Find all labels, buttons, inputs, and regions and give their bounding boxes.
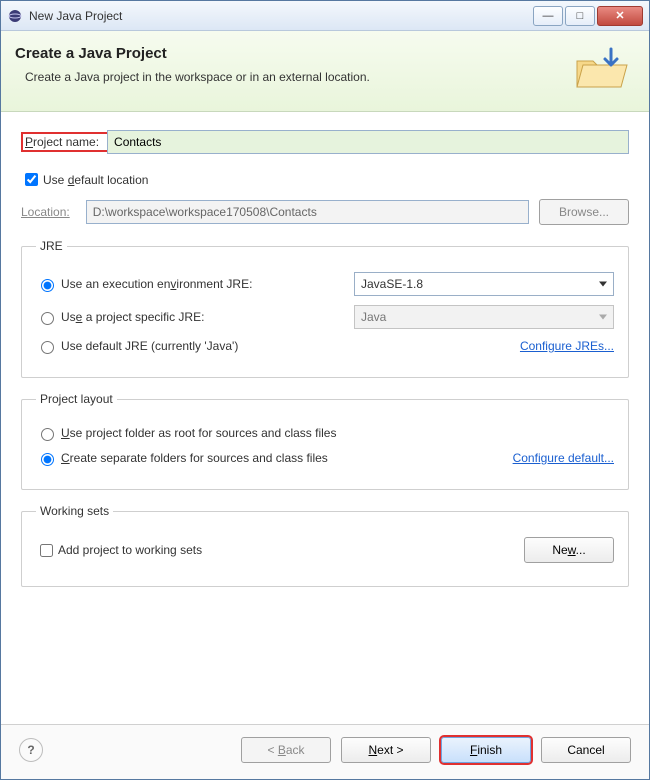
layout-single-folder-label: Use project folder as root for sources a…	[61, 426, 336, 440]
jre-default-radio[interactable]	[41, 341, 54, 354]
use-default-location-checkbox[interactable]	[25, 173, 38, 186]
add-to-working-sets-label: Add project to working sets	[58, 543, 202, 557]
dialog-window: New Java Project — □ ✕ Create a Java Pro…	[0, 0, 650, 780]
layout-single-folder-radio[interactable]	[41, 428, 54, 441]
next-button[interactable]: Next >	[341, 737, 431, 763]
configure-jres-link[interactable]: Configure JREs...	[520, 339, 614, 353]
project-name-row: Project name:	[21, 130, 629, 154]
page-title: Create a Java Project	[15, 45, 573, 62]
browse-button: Browse...	[539, 199, 629, 225]
jre-project-specific-label: Use a project specific JRE:	[61, 310, 204, 324]
configure-default-link[interactable]: Configure default...	[513, 451, 614, 465]
eclipse-icon	[7, 8, 23, 24]
header-banner: Create a Java Project Create a Java proj…	[1, 31, 649, 112]
minimize-button[interactable]: —	[533, 6, 563, 26]
back-button: < Back	[241, 737, 331, 763]
project-layout-legend: Project layout	[36, 392, 117, 406]
project-name-label: Project name:	[25, 135, 99, 149]
location-row: Location: Browse...	[21, 199, 629, 225]
finish-button[interactable]: Finish	[441, 737, 531, 763]
cancel-button[interactable]: Cancel	[541, 737, 631, 763]
use-default-location-label: Use default location	[43, 173, 148, 187]
jre-default-label: Use default JRE (currently 'Java')	[61, 339, 238, 353]
chevron-down-icon	[599, 315, 607, 320]
jre-legend: JRE	[36, 239, 67, 253]
jre-exec-env-radio[interactable]	[41, 279, 54, 292]
maximize-button[interactable]: □	[565, 6, 595, 26]
use-default-row: Use default location	[21, 170, 629, 189]
location-input	[86, 200, 529, 224]
jre-exec-env-select[interactable]: JavaSE-1.8	[354, 272, 614, 296]
add-to-working-sets-checkbox[interactable]	[40, 544, 53, 557]
jre-exec-env-label: Use an execution environment JRE:	[61, 277, 252, 291]
folder-wizard-icon	[573, 45, 629, 93]
layout-separate-folders-radio[interactable]	[41, 453, 54, 466]
jre-group: JRE Use an execution environment JRE: Ja…	[21, 239, 629, 378]
window-controls: — □ ✕	[533, 6, 643, 26]
project-name-label-highlight: Project name:	[21, 132, 109, 152]
help-icon[interactable]: ?	[19, 738, 43, 762]
layout-separate-folders-label: Create separate folders for sources and …	[61, 451, 328, 465]
footer: ? < Back Next > Finish Cancel	[1, 724, 649, 779]
titlebar-title: New Java Project	[29, 9, 122, 23]
working-sets-new-button[interactable]: New...	[524, 537, 614, 563]
titlebar: New Java Project — □ ✕	[1, 1, 649, 31]
working-sets-legend: Working sets	[36, 504, 113, 518]
project-layout-group: Project layout Use project folder as roo…	[21, 392, 629, 490]
location-label: Location:	[21, 205, 70, 219]
content-area: Project name: Use default location Locat…	[1, 112, 649, 724]
page-subtitle: Create a Java project in the workspace o…	[25, 70, 573, 84]
jre-project-specific-radio[interactable]	[41, 312, 54, 325]
jre-exec-env-value: JavaSE-1.8	[361, 277, 423, 291]
jre-project-specific-value: Java	[361, 310, 386, 324]
chevron-down-icon	[599, 282, 607, 287]
jre-project-specific-select: Java	[354, 305, 614, 329]
working-sets-group: Working sets Add project to working sets…	[21, 504, 629, 587]
close-button[interactable]: ✕	[597, 6, 643, 26]
project-name-input[interactable]	[107, 130, 629, 154]
